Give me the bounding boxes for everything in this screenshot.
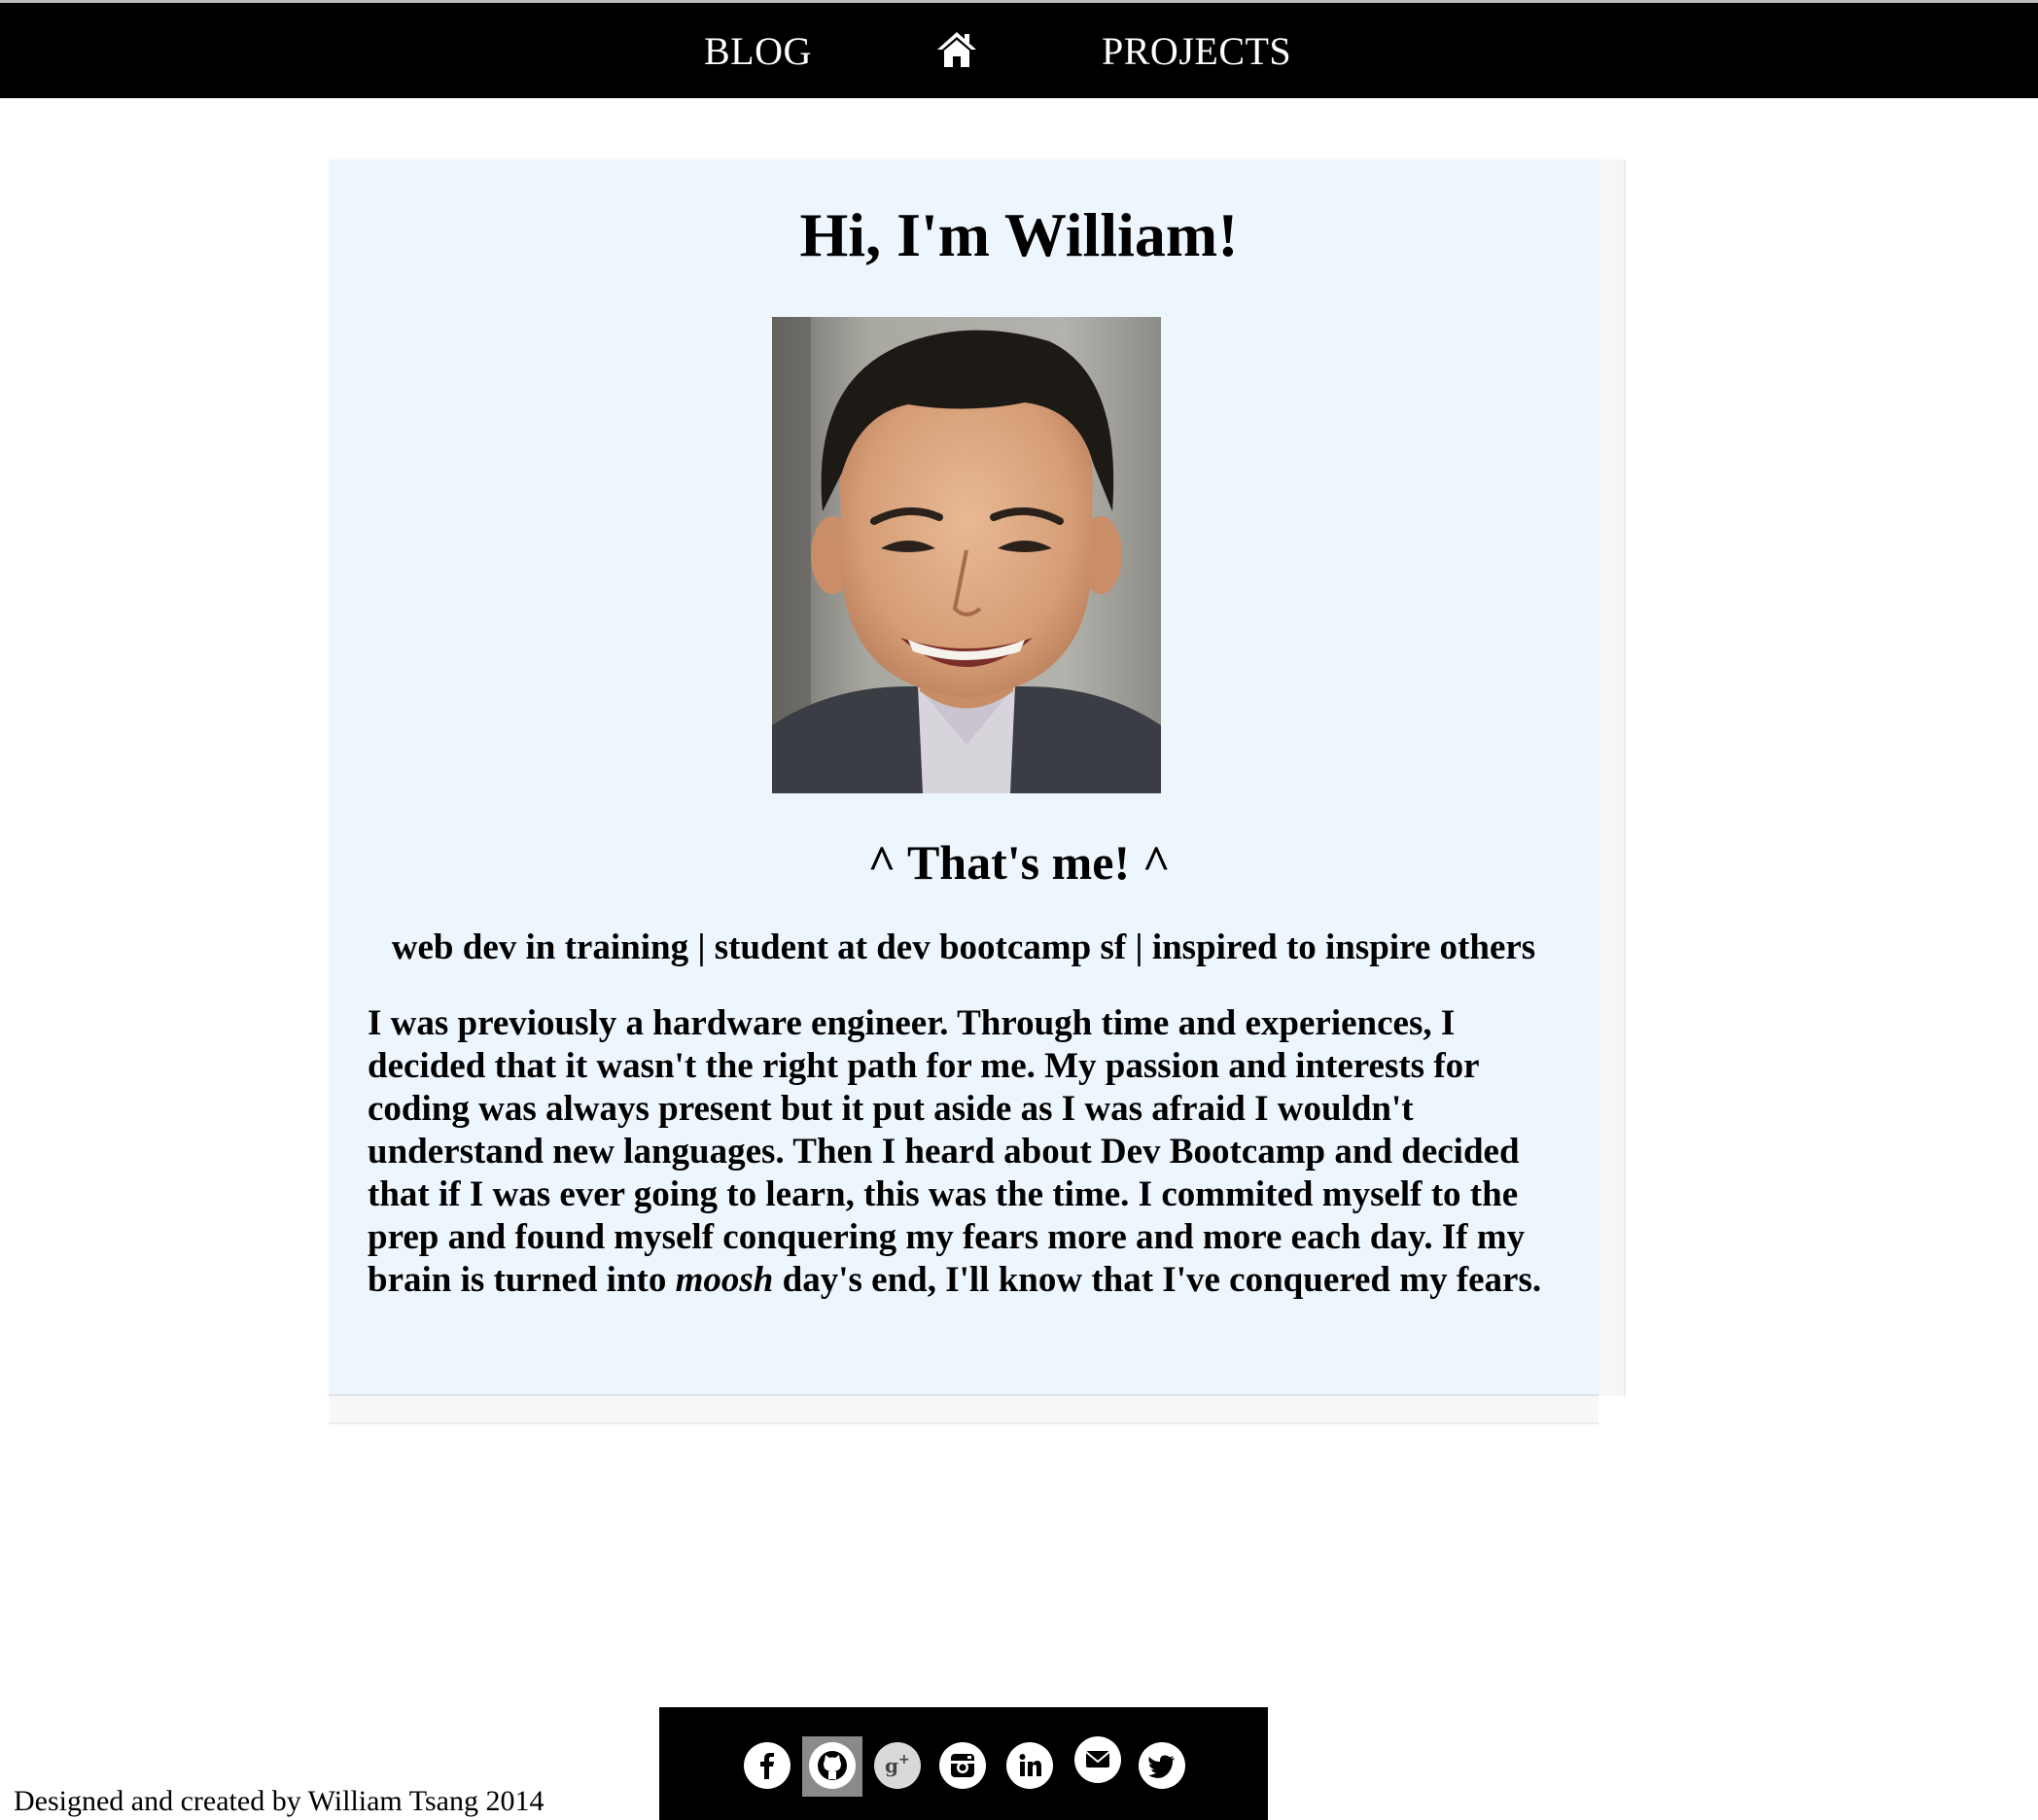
- top-navigation-bar: BLOG PROJECTS: [0, 0, 2038, 98]
- page-title: Hi, I'm William!: [799, 200, 1239, 269]
- svg-text:+: +: [898, 1752, 910, 1768]
- twitter-icon[interactable]: [1139, 1742, 1185, 1789]
- nav-blog-link[interactable]: BLOG: [704, 30, 812, 73]
- svg-text:g: g: [885, 1754, 898, 1777]
- facebook-icon[interactable]: [744, 1742, 791, 1789]
- github-icon[interactable]: [809, 1742, 856, 1789]
- tagline: web dev in training | student at dev boo…: [391, 928, 1536, 967]
- nav-projects-link[interactable]: PROJECTS: [1102, 30, 1291, 73]
- footer-credits: Designed and created by William Tsang 20…: [14, 1785, 545, 1817]
- profile-photo: [772, 317, 1161, 793]
- home-icon[interactable]: [936, 30, 977, 69]
- linkedin-icon[interactable]: [1006, 1742, 1053, 1789]
- card-shadow: [329, 1396, 1599, 1424]
- bio-text: I was previously a hardware engineer. Th…: [368, 1003, 1526, 1300]
- bio-text-end: day's end, I'll know that I've conquered…: [773, 1260, 1542, 1300]
- email-icon[interactable]: [1074, 1736, 1121, 1783]
- photo-caption: ^ That's me! ^: [867, 835, 1171, 890]
- google-plus-icon[interactable]: g +: [874, 1742, 921, 1789]
- card-shadow: [1599, 159, 1626, 1396]
- bio-emphasis: moosh: [675, 1260, 774, 1300]
- instagram-icon[interactable]: [939, 1742, 986, 1789]
- bio-paragraph: I was previously a hardware engineer. Th…: [368, 1002, 1569, 1302]
